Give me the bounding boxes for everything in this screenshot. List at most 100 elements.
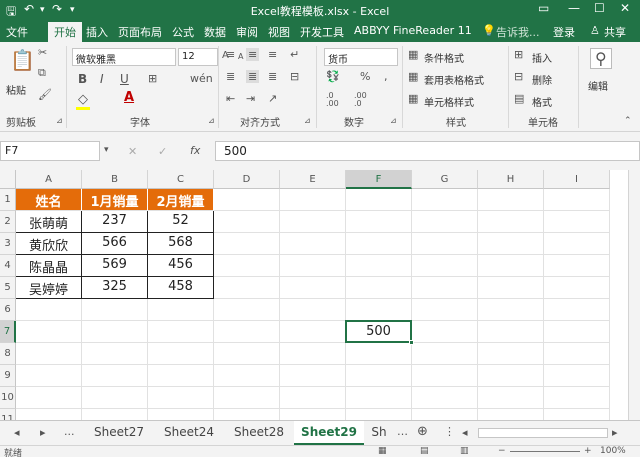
grid-cell[interactable] — [148, 343, 214, 365]
grid-cell[interactable] — [280, 211, 346, 233]
grid-cell[interactable] — [214, 321, 280, 343]
borders-icon[interactable]: ⊞ — [148, 72, 157, 85]
sign-in-link[interactable]: 登录 — [553, 24, 575, 40]
sheet-tab[interactable]: Sh — [364, 421, 394, 445]
format-cells-button[interactable]: 格式 — [532, 94, 552, 109]
grid-cell[interactable] — [346, 365, 412, 387]
tab-split-handle-icon[interactable]: ⋮ — [444, 425, 455, 438]
row-header[interactable]: 6 — [0, 299, 16, 321]
number-launcher-icon[interactable]: ⊿ — [390, 116, 397, 125]
grid-cell[interactable] — [148, 387, 214, 409]
bold-button[interactable]: B — [78, 72, 87, 86]
spreadsheet-grid[interactable]: ABCDEFGHI123456789101112姓名1月销量2月销量张萌萌237… — [0, 170, 640, 420]
insert-cells-button[interactable]: 插入 — [532, 50, 552, 65]
decrease-font-icon[interactable]: A — [238, 52, 243, 61]
tab-page-layout[interactable]: 页面布局 — [118, 24, 162, 40]
editing-button[interactable]: 编辑 — [588, 78, 608, 93]
grid-cell[interactable] — [214, 233, 280, 255]
ribbon-options-icon[interactable]: ▭ — [538, 1, 549, 15]
grid-cell[interactable] — [412, 387, 478, 409]
grid-cell[interactable] — [544, 299, 610, 321]
table-data-cell[interactable]: 黄欣欣 — [16, 233, 82, 255]
table-data-cell[interactable]: 456 — [148, 255, 214, 277]
grid-cell[interactable] — [478, 365, 544, 387]
column-header-d[interactable]: D — [214, 170, 280, 189]
column-header-c[interactable]: C — [148, 170, 214, 189]
align-left-icon[interactable]: ≣ — [226, 70, 235, 83]
tab-abbyy[interactable]: ABBYY FineReader 11 — [354, 24, 472, 37]
row-header[interactable]: 4 — [0, 255, 16, 277]
tab-insert[interactable]: 插入 — [86, 24, 108, 40]
grid-cell[interactable] — [280, 343, 346, 365]
grid-cell[interactable] — [16, 299, 82, 321]
grid-cell[interactable] — [412, 299, 478, 321]
column-header-a[interactable]: A — [16, 170, 82, 189]
table-data-cell[interactable]: 458 — [148, 277, 214, 299]
grid-cell[interactable] — [346, 277, 412, 299]
grid-cell[interactable] — [544, 255, 610, 277]
next-sheet-icon[interactable]: ▸ — [40, 426, 46, 439]
row-header[interactable]: 1 — [0, 189, 16, 211]
tab-formulas[interactable]: 公式 — [172, 24, 194, 40]
selected-cell[interactable]: 500 — [345, 320, 412, 343]
share-button[interactable]: 共享 — [604, 24, 626, 40]
grid-cell[interactable] — [214, 189, 280, 211]
orientation-icon[interactable]: ↗ — [268, 92, 277, 105]
prev-sheet-icon[interactable]: ◂ — [14, 426, 20, 439]
row-header[interactable]: 5 — [0, 277, 16, 299]
cancel-entry-icon[interactable]: ✕ — [128, 145, 137, 158]
tell-me-icon[interactable]: 💡 — [482, 24, 496, 37]
zoom-slider[interactable] — [510, 451, 580, 452]
row-header[interactable]: 8 — [0, 343, 16, 365]
increase-decimal-button[interactable]: .0 .00 — [326, 92, 348, 108]
tab-file[interactable]: 文件 — [6, 24, 28, 40]
tab-developer[interactable]: 开发工具 — [300, 24, 344, 40]
sheet-tab[interactable]: Sheet27 — [84, 421, 154, 445]
copy-icon[interactable]: ⧉ — [38, 66, 46, 80]
grid-cell[interactable] — [478, 233, 544, 255]
merge-center-icon[interactable]: ⊟ — [290, 70, 299, 83]
vertical-scrollbar[interactable] — [628, 170, 640, 420]
fill-handle[interactable] — [409, 340, 414, 345]
paste-button[interactable]: 粘贴 — [6, 82, 26, 97]
table-data-cell[interactable]: 237 — [82, 211, 148, 233]
grid-cell[interactable] — [214, 277, 280, 299]
sheet-tab[interactable]: Sheet28 — [224, 421, 294, 445]
grid-cell[interactable] — [346, 233, 412, 255]
align-bottom-icon[interactable]: ≡ — [268, 48, 277, 61]
format-painter-icon[interactable]: 🖌 — [38, 88, 52, 101]
row-header[interactable]: 9 — [0, 365, 16, 387]
grid-cell[interactable] — [214, 299, 280, 321]
column-header-h[interactable]: H — [478, 170, 544, 189]
grid-cell[interactable] — [148, 321, 214, 343]
delete-cells-button[interactable]: 删除 — [532, 72, 552, 87]
cut-icon[interactable]: ✂ — [38, 46, 47, 59]
grid-cell[interactable] — [412, 277, 478, 299]
grid-cell[interactable] — [478, 409, 544, 420]
tab-home[interactable]: 开始 — [48, 22, 82, 42]
grid-cell[interactable] — [16, 321, 82, 343]
grid-cell[interactable] — [412, 211, 478, 233]
grid-cell[interactable] — [82, 343, 148, 365]
close-icon[interactable]: ✕ — [620, 1, 630, 15]
accounting-format-icon[interactable]: 💱 — [326, 70, 340, 83]
wrap-text-icon[interactable]: ↵ — [290, 48, 299, 61]
increase-indent-icon[interactable]: ⇥ — [246, 92, 255, 105]
share-icon[interactable]: ♙ — [590, 24, 600, 37]
grid-cell[interactable] — [478, 387, 544, 409]
find-search-icon[interactable]: ⚲ — [590, 48, 612, 69]
grid-cell[interactable] — [280, 189, 346, 211]
clipboard-launcher-icon[interactable]: ⊿ — [56, 116, 63, 125]
row-header[interactable]: 11 — [0, 409, 16, 420]
comma-style-button[interactable]: , — [384, 70, 388, 83]
percent-style-button[interactable]: % — [360, 70, 370, 83]
hscroll-left-icon[interactable]: ◂ — [462, 426, 468, 439]
page-layout-view-icon[interactable]: ▤ — [420, 446, 429, 456]
superscript-wen-icon[interactable]: wén — [190, 72, 213, 85]
grid-cell[interactable] — [16, 387, 82, 409]
grid-cell[interactable] — [280, 321, 346, 343]
grid-cell[interactable] — [214, 343, 280, 365]
paste-icon[interactable]: 📋 — [10, 48, 35, 72]
zoom-in-icon[interactable]: + — [584, 446, 592, 456]
grid-cell[interactable] — [16, 365, 82, 387]
